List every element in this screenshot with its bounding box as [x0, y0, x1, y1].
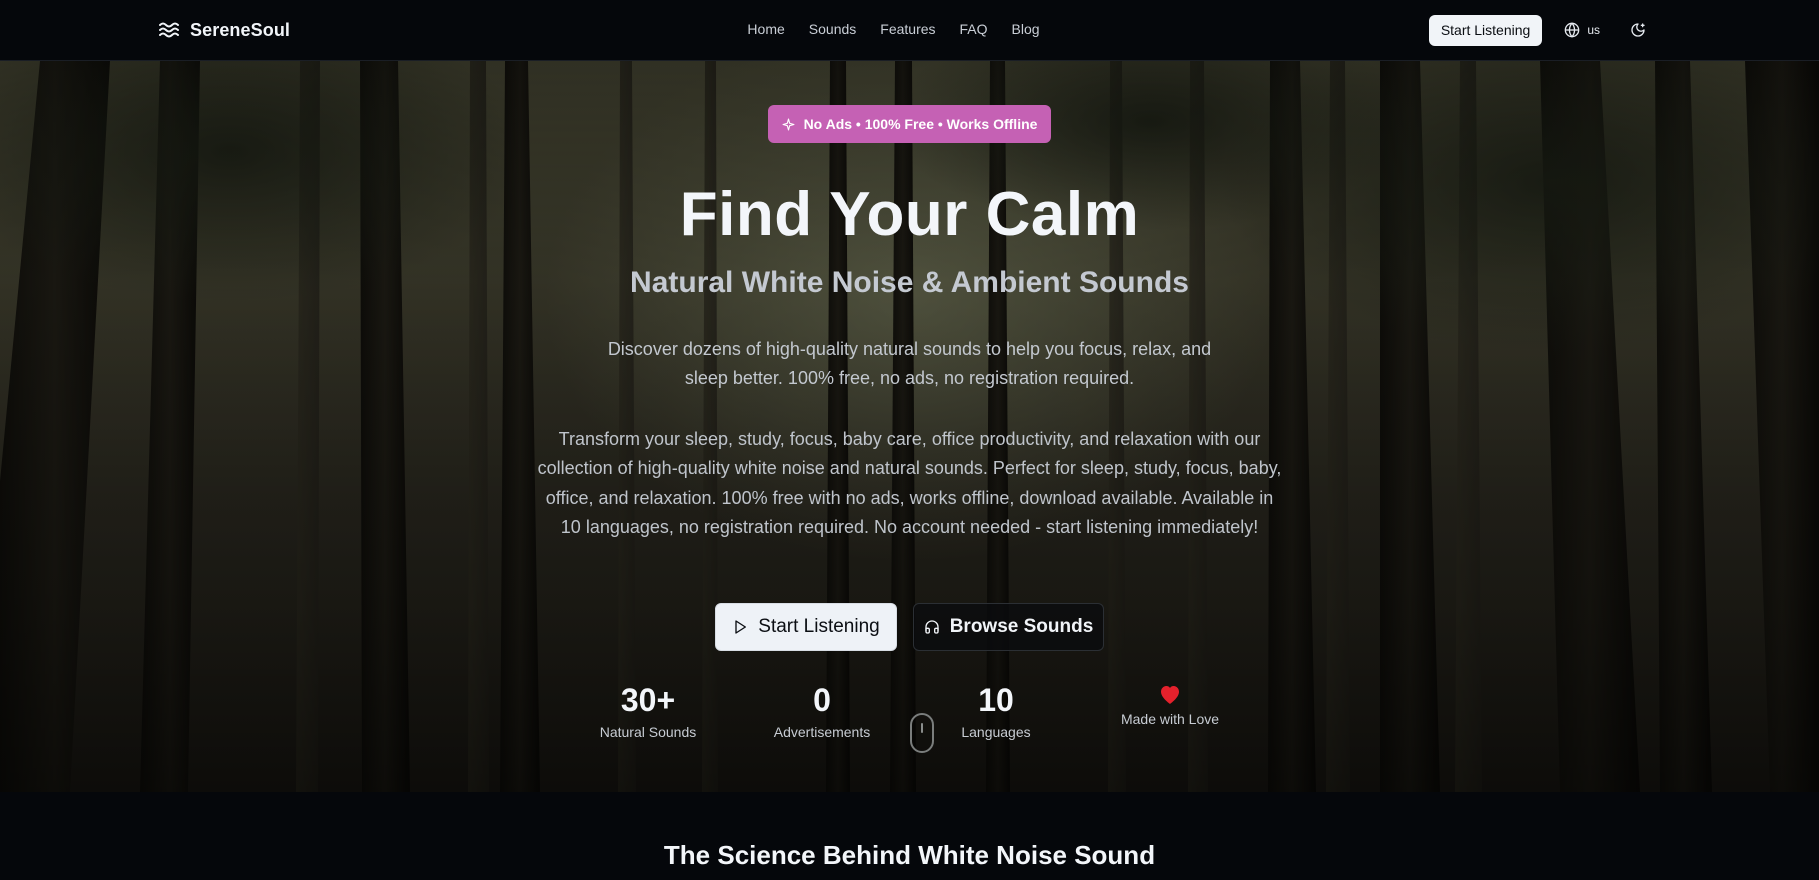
hero-description: Discover dozens of high-quality natural … [607, 339, 1212, 388]
brand-logo-link[interactable]: SereneSoul [158, 18, 290, 42]
nav-link-faq[interactable]: FAQ [960, 18, 988, 40]
heart-icon [1161, 686, 1179, 704]
globe-icon [1564, 22, 1580, 38]
stat-value: 0 [813, 682, 831, 718]
stat-made-with-love: Made with Love [1100, 683, 1240, 729]
nav-link-features[interactable]: Features [880, 18, 935, 40]
nav-start-listening-button[interactable]: Start Listening [1428, 14, 1543, 46]
hero-badge: No Ads • 100% Free • Works Offline [768, 105, 1051, 143]
stat-label: Natural Sounds [599, 724, 697, 740]
stat-value: 10 [978, 682, 1014, 718]
sparkle-icon [782, 118, 795, 130]
stat-label: Made with Love [1120, 711, 1220, 727]
hero-badge-text: No Ads • 100% Free • Works Offline [803, 116, 1038, 132]
language-selector[interactable]: us [1558, 22, 1606, 38]
science-heading: The Science Behind White Noise Sound [663, 840, 1156, 870]
stat-label: Languages [961, 724, 1031, 740]
scroll-down-indicator[interactable] [910, 713, 934, 753]
science-section: The Science Behind White Noise Sound [0, 792, 1819, 880]
hero-title: Find Your Calm [679, 180, 1140, 249]
browse-sounds-button[interactable]: Browse Sounds [913, 603, 1104, 651]
headphones-icon [925, 620, 939, 634]
theme-toggle-button[interactable] [1622, 14, 1654, 46]
start-listening-button[interactable]: Start Listening [715, 603, 897, 651]
nav-actions: Start Listening us [1428, 14, 1654, 46]
play-icon [735, 620, 747, 634]
moon-icon [1631, 23, 1645, 37]
language-code: us [1587, 23, 1600, 37]
stat-label: Advertisements [773, 724, 871, 740]
browse-sounds-label: Browse Sounds [949, 616, 1094, 637]
nav-link-blog[interactable]: Blog [1012, 18, 1040, 40]
start-listening-label: Start Listening [758, 616, 880, 637]
brand-name: SereneSoul [190, 19, 291, 40]
nav-link-home[interactable]: Home [747, 18, 784, 40]
stat-advertisements: 0 Advertisements [752, 680, 892, 742]
navbar: SereneSoul Home Sounds Features FAQ Blog… [0, 0, 1819, 61]
hero-long-description: Transform your sleep, study, focus, baby… [537, 429, 1282, 537]
hero-subtitle: Natural White Noise & Ambient Sounds [630, 266, 1189, 299]
scroll-indicator-dot [921, 723, 923, 733]
stat-natural-sounds: 30+ Natural Sounds [578, 680, 718, 742]
stat-languages: 10 Languages [926, 680, 1066, 742]
nav-link-sounds[interactable]: Sounds [809, 18, 856, 40]
hero-section: No Ads • 100% Free • Works Offline Find … [0, 61, 1819, 792]
waves-icon [159, 22, 179, 38]
stat-value: 30+ [620, 682, 676, 718]
hero-content: No Ads • 100% Free • Works Offline Find … [0, 61, 1819, 792]
